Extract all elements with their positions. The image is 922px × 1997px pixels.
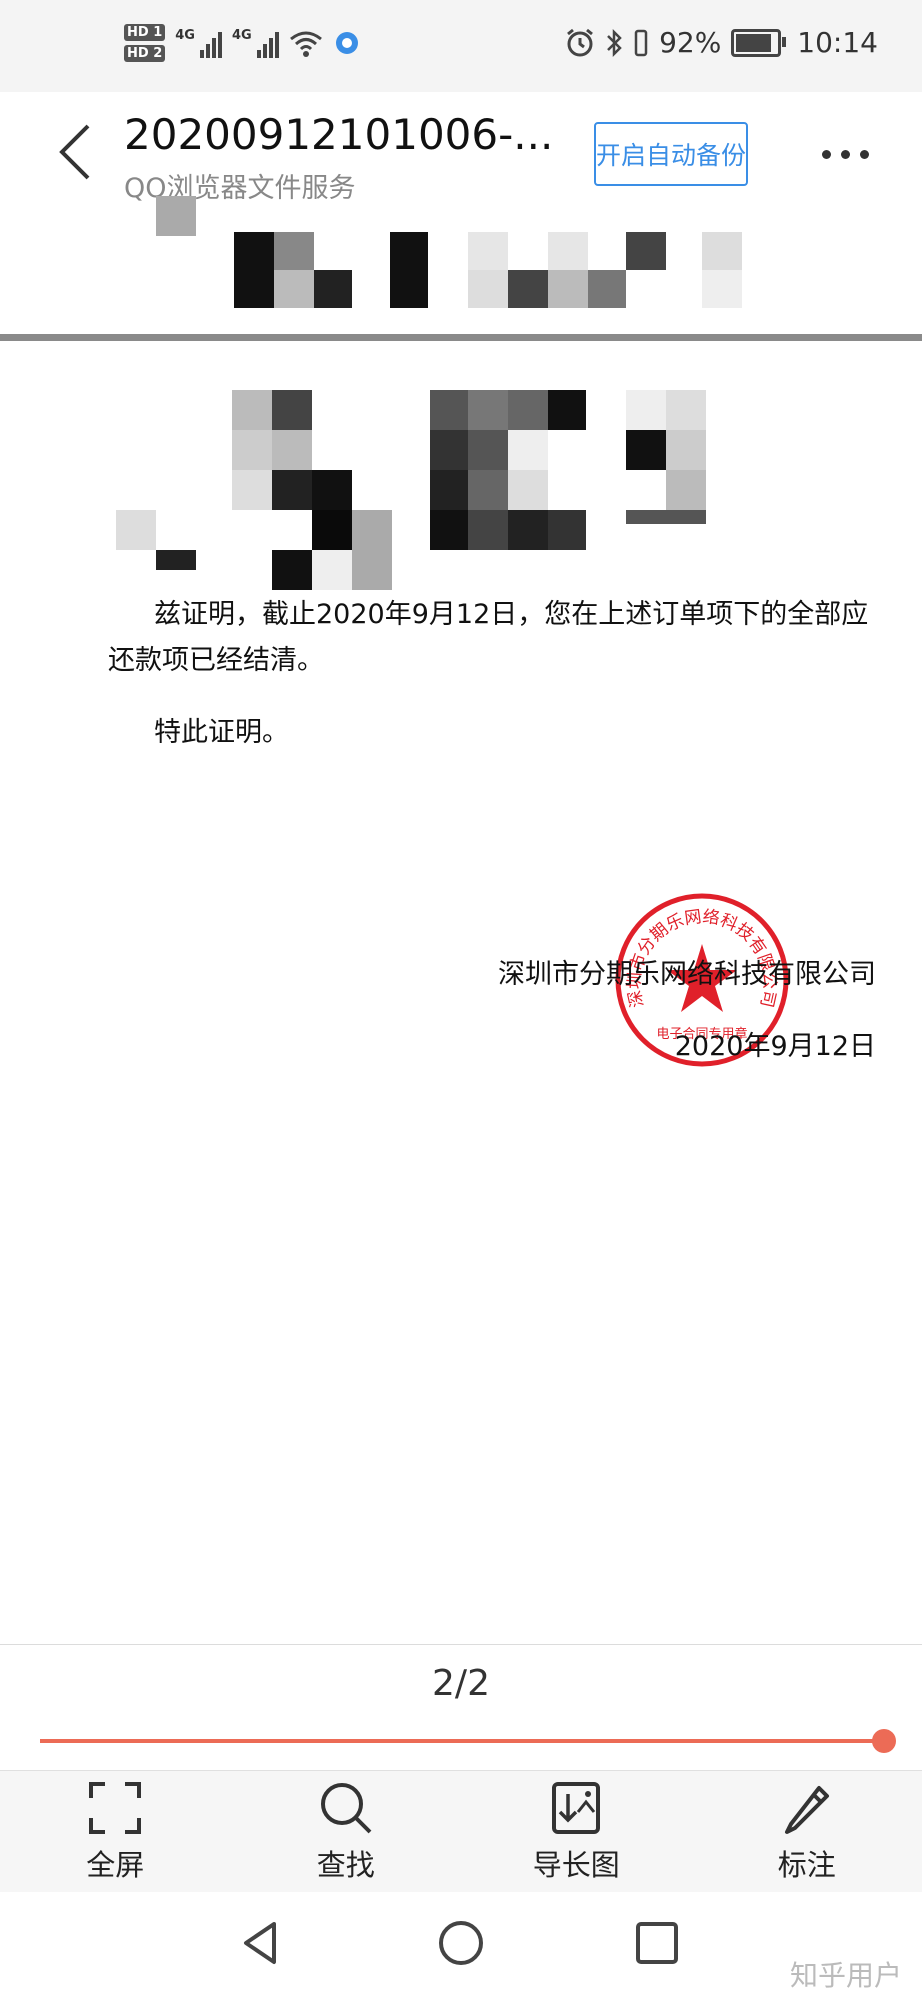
file-title: 20200912101006-... bbox=[124, 110, 554, 159]
pen-icon bbox=[784, 1786, 829, 1834]
certificate-closing: 特此证明。 bbox=[154, 717, 289, 748]
hd-indicator: HD 1 HD 2 bbox=[124, 24, 166, 62]
fullscreen-icon bbox=[89, 1782, 142, 1834]
page-number: 2/2 bbox=[432, 1663, 490, 1704]
fullscreen-button[interactable]: 全屏 bbox=[0, 1771, 231, 1893]
company-name: 深圳市分期乐网络科技有限公司 bbox=[498, 959, 876, 990]
signal-icon-2: 4G bbox=[232, 28, 279, 58]
back-triangle-icon[interactable] bbox=[236, 1918, 286, 1968]
export-long-image-label: 导长图 bbox=[532, 1848, 620, 1882]
watermark: 知乎用户 bbox=[789, 1959, 902, 1992]
network-type-1: 4G bbox=[175, 28, 195, 43]
fullscreen-label: 全屏 bbox=[86, 1848, 145, 1882]
more-options-icon[interactable] bbox=[822, 150, 869, 159]
long-image-icon bbox=[552, 1782, 601, 1834]
find-label: 查找 bbox=[316, 1848, 375, 1882]
hd1-label: HD 1 bbox=[124, 24, 166, 41]
qq-browser-icon bbox=[335, 32, 358, 54]
back-arrow-icon[interactable] bbox=[52, 122, 102, 182]
hd2-label: HD 2 bbox=[124, 45, 166, 62]
search-icon bbox=[320, 1783, 372, 1834]
annotate-button[interactable]: 标注 bbox=[692, 1771, 922, 1893]
battery-icon bbox=[731, 28, 787, 57]
export-long-image-button[interactable]: 导长图 bbox=[461, 1771, 692, 1893]
battery-fill bbox=[736, 33, 772, 52]
find-button[interactable]: 查找 bbox=[231, 1771, 462, 1893]
auto-backup-button[interactable]: 开启自动备份 bbox=[594, 122, 748, 186]
recents-square-icon[interactable] bbox=[632, 1918, 682, 1968]
clock: 10:14 bbox=[797, 26, 878, 59]
alarm-icon bbox=[567, 28, 593, 56]
certificate-paragraph: 兹证明，截止2020年9月12日，您在上述订单项下的全部应还款项已经结清。 bbox=[108, 599, 869, 676]
bottom-toolbar: 全屏 查找 导长图 标注 bbox=[0, 1770, 922, 1893]
issue-date: 2020年9月12日 bbox=[674, 1031, 876, 1062]
status-bar-right: 92% 10:14 bbox=[565, 26, 878, 59]
wifi-icon bbox=[289, 31, 322, 57]
page-progress-track[interactable] bbox=[40, 1739, 882, 1743]
battery-percent: 92% bbox=[659, 26, 722, 59]
page-progress-handle[interactable] bbox=[872, 1729, 896, 1753]
network-type-2: 4G bbox=[231, 28, 252, 43]
status-bar: HD 1 HD 2 4G 4G 92% 10:14 bbox=[0, 0, 922, 92]
bluetooth-icon bbox=[607, 28, 622, 57]
annotate-label: 标注 bbox=[777, 1848, 836, 1882]
status-bar-left: HD 1 HD 2 4G 4G bbox=[124, 24, 361, 62]
system-nav-bar bbox=[0, 1892, 922, 1997]
vibrate-icon bbox=[634, 29, 648, 56]
page-indicator-area: 2/2 bbox=[0, 1644, 922, 1771]
app-header: 20200912101006-... QQ浏览器文件服务 开启自动备份 bbox=[0, 92, 922, 215]
signal-icon-1: 4G bbox=[175, 28, 222, 58]
separator-line bbox=[0, 334, 922, 341]
home-circle-icon[interactable] bbox=[436, 1918, 486, 1968]
document-page[interactable]: 兹证明，截止2020年9月12日，您在上述订单项下的全部应还款项已经结清。 特此… bbox=[0, 196, 922, 1644]
